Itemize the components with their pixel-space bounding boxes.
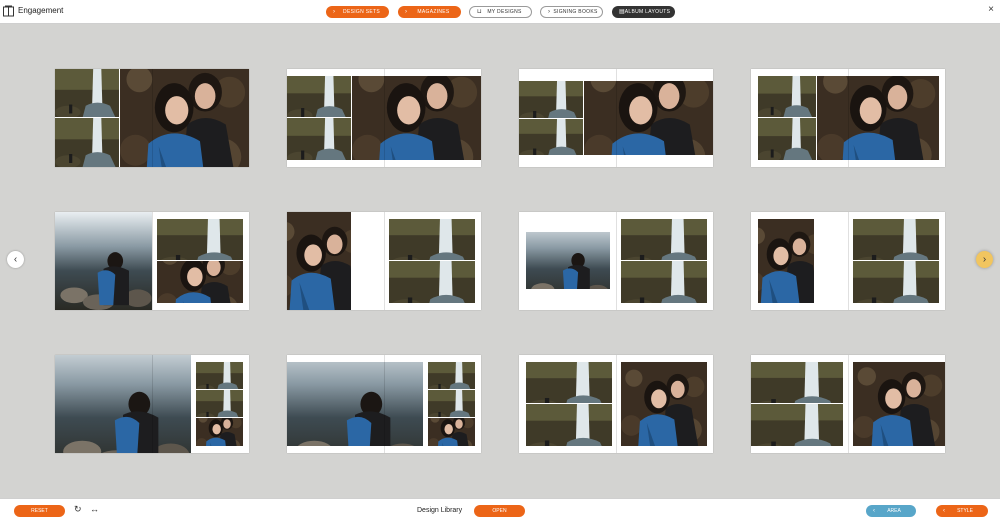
layout-spread-4[interactable]	[751, 69, 945, 167]
layout-spread-8[interactable]	[751, 212, 945, 310]
photo-falls	[621, 219, 707, 260]
photo-falls	[55, 118, 119, 167]
spread-fold	[616, 355, 617, 453]
layout-spread-2[interactable]	[287, 69, 481, 167]
spread-fold	[848, 212, 849, 310]
open-label: OPEN	[492, 508, 507, 514]
photo-falls	[287, 76, 351, 117]
layout-spread-3[interactable]	[519, 69, 713, 167]
tray-icon: ⊔	[477, 9, 482, 15]
photo-rocks	[55, 212, 152, 310]
photo-couple	[428, 418, 475, 446]
photo-falls	[751, 362, 843, 403]
photo-falls	[853, 219, 939, 260]
photo-falls	[621, 261, 707, 303]
spread-fold	[152, 355, 153, 453]
photo-falls	[428, 390, 475, 417]
photo-falls	[428, 362, 475, 389]
area-label: AREA	[887, 508, 901, 514]
reset-label: RESET	[31, 508, 48, 514]
photo-couple	[196, 418, 243, 446]
layout-spread-9[interactable]	[55, 355, 249, 453]
open-button[interactable]: OPEN	[474, 505, 525, 517]
spread-fold	[616, 69, 617, 167]
album-layouts-button[interactable]: ▤ ALBUM LAYOUTS	[612, 6, 675, 18]
spread-fold	[616, 212, 617, 310]
layout-spread-12[interactable]	[751, 355, 945, 453]
refresh-icon[interactable]: ↻	[74, 504, 82, 515]
page-title: Engagement	[18, 6, 64, 15]
photo-falls	[758, 118, 816, 160]
bottom-toolbar: RESET ↻ ↔ Design Library OPEN ‹ AREA ‹ S…	[0, 498, 1000, 522]
photo-couple	[287, 212, 351, 310]
spread-fold	[848, 355, 849, 453]
design-sets-button[interactable]: › DESIGN SETS	[326, 6, 389, 18]
design-sets-label: DESIGN SETS	[343, 9, 380, 15]
style-button[interactable]: ‹ STYLE	[936, 505, 988, 517]
spread-fold	[384, 355, 385, 453]
photo-couple	[120, 69, 249, 167]
chevron-right-icon: ›	[333, 9, 336, 15]
photo-falls	[751, 404, 843, 446]
photo-falls	[389, 219, 475, 260]
magazines-label: MAGAZINES	[417, 9, 450, 15]
magazines-button[interactable]: › MAGAZINES	[398, 6, 461, 18]
signing-books-label: SIGNING BOOKS	[553, 9, 598, 15]
photo-couple	[621, 362, 707, 446]
layout-spread-11[interactable]	[519, 355, 713, 453]
spread-fold	[384, 212, 385, 310]
chevron-left-icon: ‹	[13, 254, 18, 265]
photo-rocks	[287, 362, 423, 446]
photo-falls	[519, 119, 583, 155]
layout-spread-7[interactable]	[519, 212, 713, 310]
layout-spread-5[interactable]	[55, 212, 249, 310]
chevron-right-icon: ›	[982, 254, 987, 265]
chevron-left-icon: ‹	[873, 508, 875, 514]
next-page-button[interactable]: ›	[976, 251, 993, 268]
swap-arrows-icon[interactable]: ↔	[90, 504, 99, 514]
footer-title: Design Library	[417, 507, 463, 514]
spread-fold	[152, 69, 153, 167]
chevron-left-icon: ‹	[943, 508, 945, 514]
photo-rocks	[526, 232, 610, 289]
photo-couple	[352, 76, 481, 160]
photo-falls	[519, 81, 583, 118]
spread-fold	[152, 212, 153, 310]
album-icon: ▤	[619, 9, 625, 15]
my-designs-button[interactable]: ⊔ MY DESIGNS	[469, 6, 532, 18]
signing-books-button[interactable]: › SIGNING BOOKS	[540, 6, 603, 18]
photo-couple	[157, 261, 243, 303]
reset-button[interactable]: RESET	[14, 505, 65, 517]
close-icon[interactable]: ×	[988, 4, 994, 15]
photo-falls	[758, 76, 816, 117]
photo-couple	[853, 362, 945, 446]
photo-falls	[389, 261, 475, 303]
photo-couple	[584, 81, 713, 155]
my-designs-label: MY DESIGNS	[487, 9, 522, 15]
spread-fold	[848, 69, 849, 167]
album-layouts-label: ALBUM LAYOUTS	[624, 9, 671, 15]
photo-falls	[157, 219, 243, 260]
previous-page-button[interactable]: ‹	[7, 251, 24, 268]
photo-falls	[526, 362, 612, 403]
photo-falls	[853, 261, 939, 303]
photo-falls	[287, 118, 351, 160]
style-label: STYLE	[957, 508, 973, 514]
chevron-right-icon: ›	[405, 9, 408, 15]
photo-falls	[526, 404, 612, 446]
photo-falls	[55, 69, 119, 117]
spread-fold	[384, 69, 385, 167]
photo-rocks	[55, 355, 191, 453]
area-button[interactable]: ‹ AREA	[866, 505, 916, 517]
photo-couple	[817, 76, 939, 160]
photo-falls	[196, 390, 243, 417]
album-book-icon	[3, 5, 14, 17]
top-toolbar: Engagement › DESIGN SETS › MAGAZINES ⊔ M…	[0, 0, 1000, 24]
layout-spread-6[interactable]	[287, 212, 481, 310]
layout-spread-10[interactable]	[287, 355, 481, 453]
photo-couple	[758, 219, 814, 303]
layout-spread-1[interactable]	[55, 69, 249, 167]
photo-falls	[196, 362, 243, 389]
chevron-right-icon: ›	[548, 9, 551, 15]
